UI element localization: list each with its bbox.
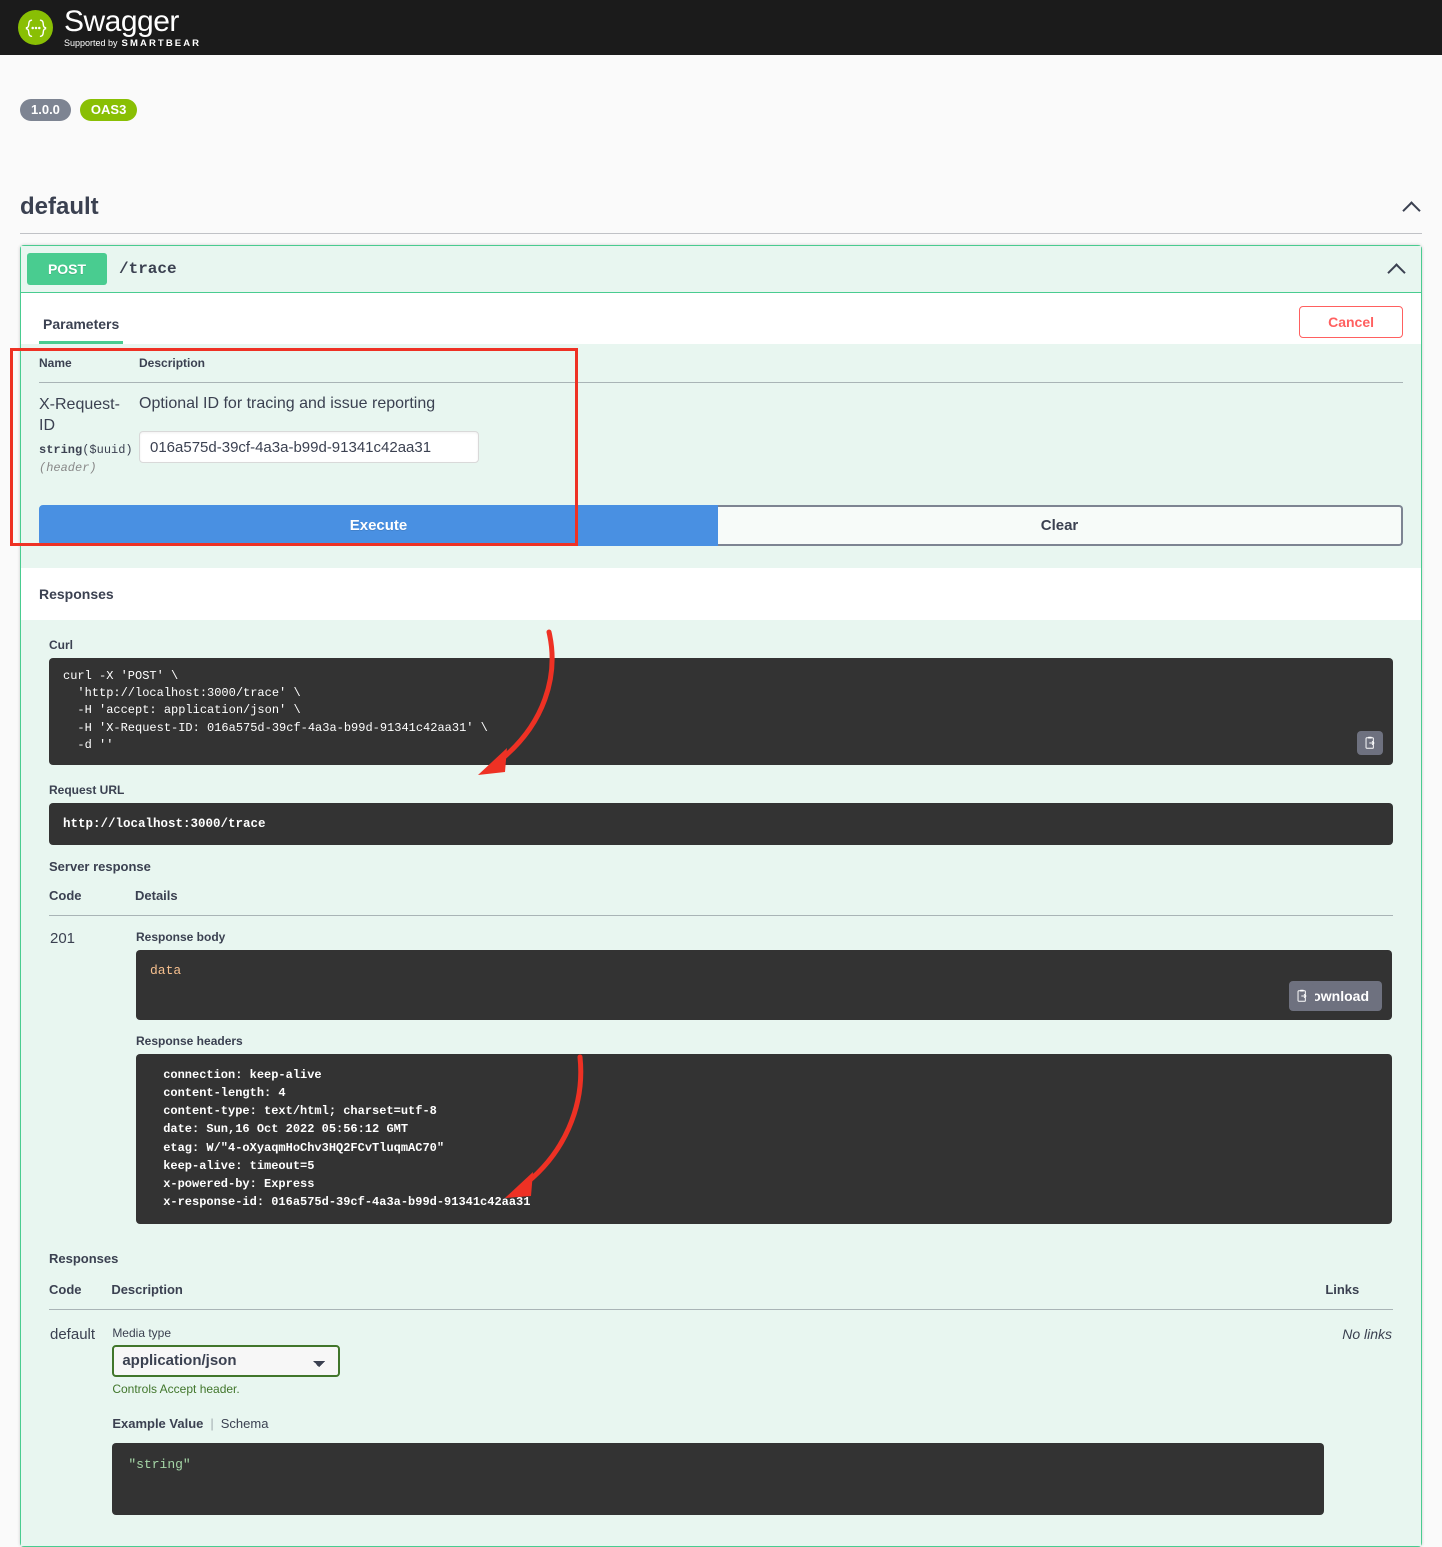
response-description-cell: Media type application/json Controls Acc… bbox=[111, 1309, 1325, 1516]
copy-to-clipboard-icon[interactable] bbox=[1357, 730, 1383, 755]
curl-line-3: -H 'X-Request-ID: 016a575d-39cf-4a3a-b99… bbox=[63, 720, 488, 735]
tab-example-value[interactable]: Example Value bbox=[112, 1416, 203, 1431]
tab-schema[interactable]: Schema bbox=[221, 1416, 269, 1431]
responses-title: Responses bbox=[39, 585, 114, 602]
curl-line-1: 'http://localhost:3000/trace' \ bbox=[63, 685, 301, 700]
documented-responses: Responses Code Description Links default bbox=[21, 1242, 1421, 1546]
response-body-block: data Download bbox=[136, 949, 1392, 1020]
tab-parameters[interactable]: Parameters bbox=[39, 316, 124, 344]
server-response-table: Code Details 201 Response body data Down… bbox=[49, 881, 1393, 1231]
col-code: Code bbox=[49, 881, 135, 916]
response-headers-block: connection: keep-alive content-length: 4… bbox=[136, 1053, 1392, 1224]
response-body-label: Response body bbox=[136, 929, 226, 944]
brand-title: Swagger bbox=[64, 4, 179, 38]
server-response-header-row: Code Details bbox=[49, 881, 1393, 916]
oas-version-badge: OAS3 bbox=[79, 99, 138, 121]
curl-label: Curl bbox=[49, 637, 73, 652]
operation-tabs: Parameters bbox=[39, 305, 124, 344]
smartbear-text: SMARTBEAR bbox=[121, 37, 202, 49]
curl-line-2: -H 'accept: application/json' \ bbox=[63, 703, 301, 718]
parameter-name: X-Request-ID bbox=[39, 396, 120, 434]
table-row: default Media type application/json Cont… bbox=[49, 1309, 1393, 1516]
parameter-location: (header) bbox=[39, 460, 97, 475]
example-value-block: "string" bbox=[112, 1442, 1325, 1515]
cancel-button[interactable]: Cancel bbox=[1299, 306, 1403, 338]
table-row: X-Request-ID string($uuid) (header) Opti… bbox=[39, 383, 1403, 505]
parameter-type: string($uuid) bbox=[39, 443, 139, 457]
documented-header-row: Code Description Links bbox=[49, 1273, 1393, 1310]
header-line-6: x-powered-by: Express bbox=[156, 1177, 322, 1192]
links-cell: No links bbox=[1342, 1325, 1392, 1342]
http-method-badge: POST bbox=[27, 253, 107, 285]
curl-code-block: curl -X 'POST' \ 'http://localhost:3000/… bbox=[49, 657, 1393, 765]
parameters-header: Parameters Cancel bbox=[21, 292, 1421, 344]
parameters-table: Name Description X-Request-ID string($uu… bbox=[39, 344, 1403, 505]
col-details: Details bbox=[135, 881, 1393, 916]
version-badges: 1.0.0 OAS3 bbox=[20, 99, 1422, 121]
brand-subtitle: Supported by SMARTBEAR bbox=[64, 37, 202, 49]
request-url-block: http://localhost:3000/trace bbox=[49, 802, 1393, 845]
parameters-container: Name Description X-Request-ID string($uu… bbox=[21, 344, 1421, 505]
col-description: Description bbox=[139, 344, 1403, 383]
api-info: 1.0.0 OAS3 bbox=[0, 55, 1442, 185]
header-line-3: date: Sun,16 Oct 2022 05:56:12 GMT bbox=[156, 1122, 416, 1137]
response-headers-label: Response headers bbox=[136, 1033, 243, 1048]
action-buttons: Execute Clear bbox=[21, 504, 1421, 568]
operation-path: /trace bbox=[119, 260, 177, 278]
response-body-actions: Download bbox=[1289, 980, 1382, 1011]
tag-header[interactable]: default bbox=[20, 185, 1422, 234]
header-line-0: connection: keep-alive bbox=[156, 1067, 329, 1082]
chevron-up-icon[interactable] bbox=[1402, 197, 1422, 217]
controls-accept-note: Controls Accept header. bbox=[112, 1381, 240, 1396]
col-description: Description bbox=[111, 1273, 1326, 1310]
tag-title: default bbox=[20, 193, 99, 220]
operation-summary[interactable]: POST /trace bbox=[21, 246, 1421, 292]
media-type-label: Media type bbox=[112, 1325, 172, 1340]
clear-button[interactable]: Clear bbox=[718, 504, 1403, 546]
header-line-7: x-response-id: 016a575d-39cf-4a3a-b99d-9… bbox=[156, 1195, 538, 1210]
responses-heading-wrap: Responses bbox=[21, 567, 1421, 620]
live-response: Curl curl -X 'POST' \ 'http://localhost:… bbox=[21, 619, 1421, 1243]
status-code: 201 bbox=[50, 929, 76, 947]
operation-trace: POST /trace Parameters Cancel Name Descr… bbox=[20, 245, 1422, 1547]
response-body-content: data bbox=[150, 962, 182, 978]
example-schema-tabs: Example Value | Schema bbox=[112, 1416, 1324, 1431]
parameter-type-text: string bbox=[39, 442, 83, 457]
col-links: Links bbox=[1325, 1273, 1393, 1310]
response-code-cell: default bbox=[49, 1309, 111, 1516]
app-header: Swagger Supported by SMARTBEAR bbox=[0, 0, 1442, 55]
media-type-select[interactable]: application/json bbox=[112, 1344, 341, 1377]
server-response-label: Server response bbox=[49, 858, 151, 874]
documented-responses-title: Responses bbox=[49, 1250, 119, 1266]
header-line-1: content-length: 4 bbox=[156, 1085, 293, 1100]
parameter-description: Optional ID for tracing and issue report… bbox=[139, 395, 436, 412]
x-request-id-input[interactable] bbox=[139, 431, 479, 463]
response-details-cell: Response body data Download Response hea… bbox=[135, 915, 1393, 1230]
status-code-cell: 201 bbox=[49, 915, 135, 1230]
header-line-2: content-type: text/html; charset=utf-8 bbox=[156, 1104, 445, 1119]
col-name: Name bbox=[39, 344, 139, 383]
tag-section: default POST /trace Parameters Cancel Na… bbox=[0, 185, 1442, 1547]
documented-responses-table: Code Description Links default Media typ… bbox=[49, 1273, 1393, 1516]
parameter-name-cell: X-Request-ID string($uuid) (header) bbox=[39, 383, 139, 505]
table-row: 201 Response body data Download Response… bbox=[49, 915, 1393, 1230]
parameter-description-cell: Optional ID for tracing and issue report… bbox=[139, 383, 1403, 505]
request-url-label: Request URL bbox=[49, 782, 125, 797]
api-version-badge: 1.0.0 bbox=[20, 99, 71, 121]
execute-button[interactable]: Execute bbox=[39, 504, 718, 546]
col-code: Code bbox=[49, 1273, 112, 1310]
response-code: default bbox=[50, 1325, 96, 1343]
header-line-4: etag: W/"4-oXyaqmHoChv3HQ2FCvTluqmAC70" bbox=[156, 1140, 452, 1155]
tab-divider: | bbox=[210, 1415, 214, 1431]
parameter-format: ($uuid) bbox=[82, 442, 133, 457]
chevron-up-icon[interactable] bbox=[1387, 259, 1407, 279]
operation-body: Parameters Cancel Name Description X-Req… bbox=[21, 292, 1421, 1546]
parameters-header-row: Name Description bbox=[39, 344, 1403, 383]
swagger-braces-icon bbox=[18, 10, 53, 45]
copy-to-clipboard-icon[interactable] bbox=[1289, 983, 1316, 1008]
curl-line-4: -d '' bbox=[63, 738, 114, 753]
supported-by-text: Supported by bbox=[64, 37, 118, 48]
curl-line-0: curl -X 'POST' \ bbox=[63, 668, 179, 683]
header-line-5: keep-alive: timeout=5 bbox=[156, 1158, 322, 1173]
